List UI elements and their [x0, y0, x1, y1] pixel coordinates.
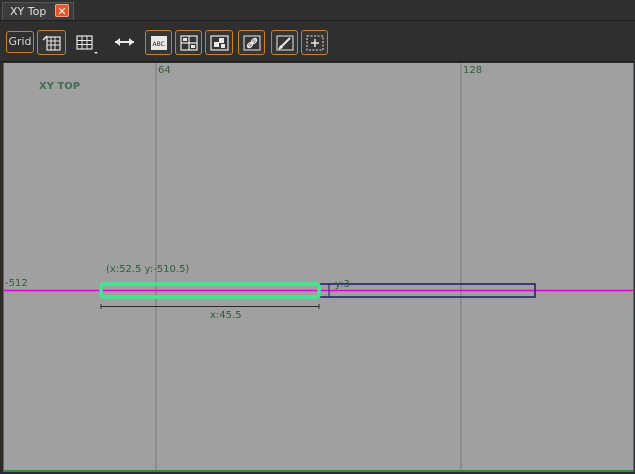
dimension-label-x: x:45.5 [210, 310, 242, 321]
texture-abc-icon: ABC [151, 36, 167, 50]
viewport-canvas [4, 63, 633, 470]
toolbar: Grid ABC [0, 20, 635, 62]
grid-settings-button[interactable] [37, 30, 66, 55]
grid-label-y-neg512: -512 [5, 278, 28, 289]
tab-xy-top[interactable]: XY Top ✕ [2, 2, 74, 20]
grid-dropdown-button[interactable] [71, 30, 101, 55]
close-icon[interactable]: ✕ [55, 4, 69, 18]
edit-icon [276, 35, 294, 51]
link-icon [243, 35, 261, 51]
select-button[interactable] [205, 30, 233, 55]
grid-toggle-button[interactable]: Grid [6, 31, 34, 53]
center-button[interactable] [301, 30, 328, 55]
grid-label-x-128: 128 [463, 65, 483, 76]
select-icon [210, 35, 229, 51]
svg-text:ABC: ABC [153, 41, 165, 48]
grid-snap-icon [180, 35, 198, 51]
tab-title: XY Top [10, 5, 47, 18]
edit-button[interactable] [271, 30, 298, 55]
grid-dropdown-icon [76, 35, 98, 54]
texture-abc-button[interactable]: ABC [145, 30, 172, 55]
grid-settings-icon [42, 35, 61, 51]
tab-bar: XY Top ✕ [0, 0, 635, 20]
grid-snap-button[interactable] [175, 30, 202, 55]
center-icon [306, 35, 324, 51]
grid-label-x-64: 64 [158, 65, 171, 76]
xy-top-viewport[interactable]: XY TOP 64 128 -512 (x:52.5 y:-510.5) y:3… [3, 63, 634, 472]
selection-coordinates: (x:52.5 y:-510.5) [106, 264, 190, 275]
stretch-horizontal-icon [115, 38, 134, 46]
link-button[interactable] [238, 30, 265, 55]
dimension-label-y: y:3 [335, 279, 350, 290]
view-name-label: XY TOP [39, 81, 81, 92]
stretch-button[interactable] [109, 30, 138, 55]
